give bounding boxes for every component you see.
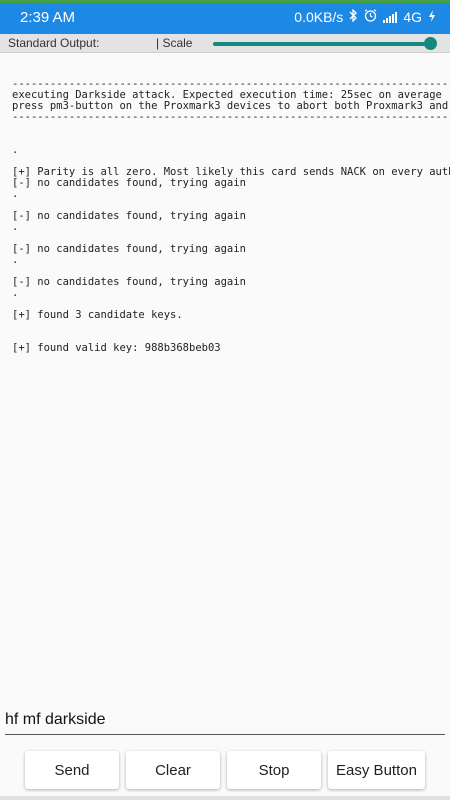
easy-button[interactable]: Easy Button [328, 751, 425, 789]
console-line: [+] found 3 candidate keys. [12, 309, 183, 321]
console-line: . [12, 254, 19, 266]
stop-button[interactable]: Stop [227, 751, 321, 789]
signal-icon [383, 11, 398, 23]
command-input[interactable] [5, 708, 445, 735]
console-line: [-] no candidates found, trying again [12, 276, 246, 288]
charging-icon [428, 9, 436, 25]
clock: 2:39 AM [20, 9, 76, 26]
scale-label: | Scale [156, 36, 193, 50]
alarm-icon [364, 9, 377, 25]
console-line: [+] found valid key: 988b368beb03 [12, 342, 221, 354]
console-line: ----------------------------------------… [12, 111, 450, 123]
scale-slider-track[interactable] [213, 42, 433, 46]
output-label: Standard Output: [8, 36, 100, 50]
bottom-bar [0, 796, 450, 800]
console-line: [-] no candidates found, trying again [12, 243, 246, 255]
console-line: [-] no candidates found, trying again [12, 177, 246, 189]
console-line: . [12, 144, 19, 156]
network-type-icon: 4G [403, 9, 422, 25]
console-line: [-] no candidates found, trying again [12, 210, 246, 222]
status-bar: 2:39 AM 0.0KB/s 4G [0, 0, 450, 34]
send-button[interactable]: Send [25, 751, 119, 789]
net-speed: 0.0KB/s [294, 9, 344, 25]
bluetooth-icon [349, 8, 358, 25]
console-line: . [12, 188, 19, 200]
console-line: . [12, 221, 19, 233]
status-icons: 0.0KB/s 4G [294, 8, 436, 25]
clear-button[interactable]: Clear [126, 751, 220, 789]
output-console: ----------------------------------------… [12, 68, 450, 398]
console-line: . [12, 287, 19, 299]
status-top-line [0, 0, 450, 3]
